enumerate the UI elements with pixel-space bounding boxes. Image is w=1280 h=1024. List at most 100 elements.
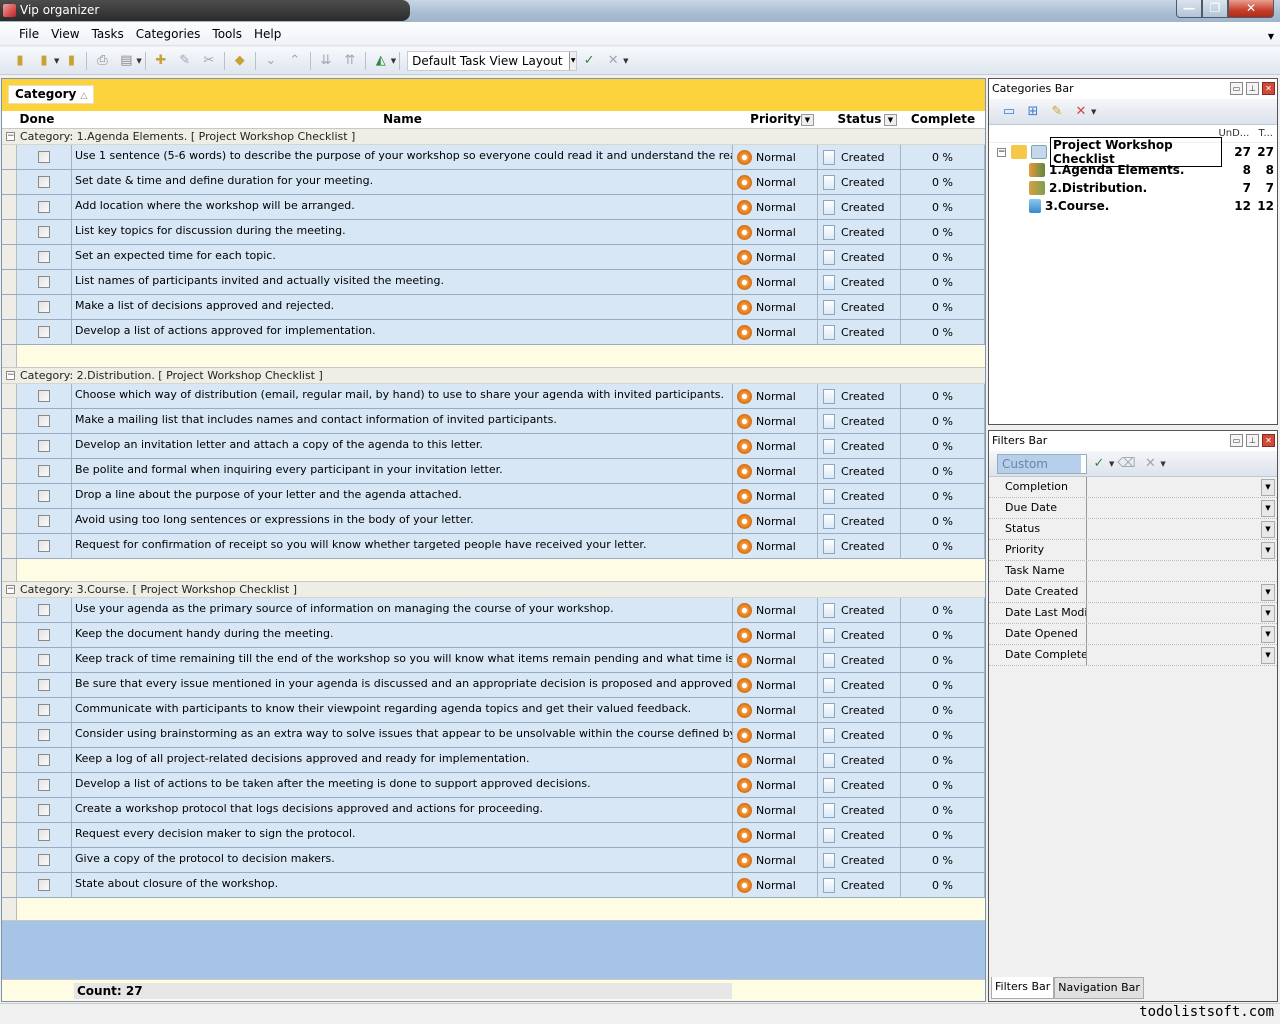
task-name[interactable]: Drop a line about the purpose of your le… — [72, 484, 733, 508]
column-header-status[interactable]: Status ▼ — [818, 111, 901, 128]
task-row[interactable]: List key topics for discussion during th… — [2, 220, 985, 245]
chevron-down-icon[interactable]: ▼ — [1261, 584, 1275, 601]
filter-value[interactable]: ▼ — [1087, 624, 1277, 644]
task-row[interactable]: Use your agenda as the primary source of… — [2, 598, 985, 623]
add-category-icon[interactable]: ▭ — [999, 102, 1019, 122]
task-complete[interactable]: 0 % — [901, 773, 985, 797]
task-complete[interactable]: 0 % — [901, 509, 985, 533]
delete-filter-icon[interactable]: ✕ — [1140, 454, 1160, 474]
task-name[interactable]: Give a copy of the protocol to decision … — [72, 848, 733, 872]
menu-categories[interactable]: Categories — [131, 27, 206, 41]
add-subcategory-icon[interactable]: ⊞ — [1023, 102, 1043, 122]
done-checkbox[interactable] — [38, 804, 50, 816]
menu-help[interactable]: Help — [249, 27, 286, 41]
task-complete[interactable]: 0 % — [901, 145, 985, 169]
chevron-down-icon[interactable]: ▼ — [1261, 479, 1275, 496]
done-checkbox[interactable] — [38, 629, 50, 641]
task-name[interactable]: Keep a log of all project-related decisi… — [72, 748, 733, 772]
task-row[interactable]: Develop a list of actions approved for i… — [2, 320, 985, 345]
task-complete[interactable]: 0 % — [901, 673, 985, 697]
task-row[interactable]: Keep a log of all project-related decisi… — [2, 748, 985, 773]
move-bottom-icon[interactable]: ⇊ — [316, 51, 336, 71]
chevron-down-icon[interactable]: ▼ — [1261, 542, 1275, 559]
pin-icon[interactable]: ⊥ — [1246, 82, 1259, 95]
task-name[interactable]: Develop a list of actions to be taken af… — [72, 773, 733, 797]
task-complete[interactable]: 0 % — [901, 384, 985, 408]
open-database-icon[interactable]: ▮ — [34, 51, 54, 71]
float-icon[interactable]: ▭ — [1230, 82, 1243, 95]
task-row[interactable]: Drop a line about the purpose of your le… — [2, 484, 985, 509]
task-name[interactable]: Keep the document handy during the meeti… — [72, 623, 733, 647]
group-row[interactable]: − Category: 1.Agenda Elements. [ Project … — [2, 129, 985, 145]
chevron-down-icon[interactable]: ▼ — [54, 57, 59, 65]
tree-item[interactable]: 3.Course. 12 12 — [989, 197, 1277, 215]
task-complete[interactable]: 0 % — [901, 220, 985, 244]
task-name[interactable]: Set date & time and define duration for … — [72, 170, 733, 194]
filter-value[interactable]: ▼ — [1087, 582, 1277, 602]
new-database-icon[interactable]: ▮ — [10, 51, 30, 71]
done-checkbox[interactable] — [38, 490, 50, 502]
task-name[interactable]: Request for confirmation of receipt so y… — [72, 534, 733, 558]
task-complete[interactable]: 0 % — [901, 598, 985, 622]
column-header-priority[interactable]: Priority ▼ — [733, 111, 818, 128]
tree-item[interactable]: 1.Agenda Elements. 8 8 — [989, 161, 1277, 179]
tab-filters-bar[interactable]: Filters Bar — [991, 977, 1055, 999]
task-complete[interactable]: 0 % — [901, 648, 985, 672]
chevron-down-icon[interactable]: ▼ — [1160, 460, 1165, 468]
task-row[interactable]: Avoid using too long sentences or expres… — [2, 509, 985, 534]
column-header-done[interactable]: Done — [2, 111, 72, 128]
save-layout-icon[interactable]: ✓ — [579, 51, 599, 71]
menu-file[interactable]: File — [14, 27, 44, 41]
edit-category-icon[interactable]: ✎ — [1047, 102, 1067, 122]
task-complete[interactable]: 0 % — [901, 848, 985, 872]
done-checkbox[interactable] — [38, 226, 50, 238]
task-name[interactable]: Choose which way of distribution (email,… — [72, 384, 733, 408]
task-complete[interactable]: 0 % — [901, 698, 985, 722]
collapse-icon[interactable]: − — [6, 585, 15, 594]
collapse-icon[interactable]: − — [6, 132, 15, 141]
task-row[interactable]: State about closure of the workshop. Norm… — [2, 873, 985, 898]
filter-row[interactable]: Date Opened ▼ — [989, 624, 1277, 645]
group-by-category-chip[interactable]: Category △ — [8, 85, 95, 104]
done-checkbox[interactable] — [38, 754, 50, 766]
filter-icon[interactable]: ◭ — [371, 51, 391, 71]
move-down-icon[interactable]: ⌄ — [261, 51, 281, 71]
task-name[interactable]: Communicate with participants to know th… — [72, 698, 733, 722]
done-checkbox[interactable] — [38, 654, 50, 666]
task-row[interactable]: Add location where the workshop will be … — [2, 195, 985, 220]
tree-item[interactable]: 2.Distribution. 7 7 — [989, 179, 1277, 197]
move-up-icon[interactable]: ⌃ — [285, 51, 305, 71]
chevron-down-icon[interactable]: ▼ — [1091, 108, 1096, 116]
done-checkbox[interactable] — [38, 151, 50, 163]
task-name[interactable]: Keep track of time remaining till the en… — [72, 648, 733, 672]
filter-value[interactable]: ▼ — [1087, 519, 1277, 539]
save-filter-icon[interactable]: ✓ — [1089, 454, 1109, 474]
done-checkbox[interactable] — [38, 440, 50, 452]
task-name[interactable]: Develop a list of actions approved for i… — [72, 320, 733, 344]
chevron-down-icon[interactable]: ▼ — [136, 57, 141, 65]
close-icon[interactable]: ✕ — [1262, 434, 1275, 447]
task-name[interactable]: Be sure that every issue mentioned in yo… — [72, 673, 733, 697]
done-checkbox[interactable] — [38, 415, 50, 427]
handshake-icon[interactable]: ◆ — [230, 51, 250, 71]
menu-tools[interactable]: Tools — [207, 27, 247, 41]
column-header-total[interactable]: T... — [1259, 128, 1273, 139]
group-row[interactable]: − Category: 3.Course. [ Project Workshop … — [2, 582, 985, 598]
print-preview-icon[interactable]: ▤ — [116, 51, 136, 71]
edit-task-icon[interactable]: ✎ — [175, 51, 195, 71]
done-checkbox[interactable] — [38, 729, 50, 741]
task-row[interactable]: Be polite and formal when inquiring ever… — [2, 459, 985, 484]
minimize-button[interactable]: — — [1176, 0, 1202, 18]
task-name[interactable]: List key topics for discussion during th… — [72, 220, 733, 244]
done-checkbox[interactable] — [38, 779, 50, 791]
filter-dropdown-icon[interactable]: ▼ — [884, 114, 897, 126]
task-complete[interactable]: 0 % — [901, 723, 985, 747]
task-complete[interactable]: 0 % — [901, 823, 985, 847]
float-icon[interactable]: ▭ — [1230, 434, 1243, 447]
task-name[interactable]: Set an expected time for each topic. — [72, 245, 733, 269]
task-row[interactable]: Request for confirmation of receipt so y… — [2, 534, 985, 559]
save-database-icon[interactable]: ▮ — [61, 51, 81, 71]
task-complete[interactable]: 0 % — [901, 195, 985, 219]
task-row[interactable]: Be sure that every issue mentioned in yo… — [2, 673, 985, 698]
task-row[interactable]: Consider using brainstorming as an extra… — [2, 723, 985, 748]
